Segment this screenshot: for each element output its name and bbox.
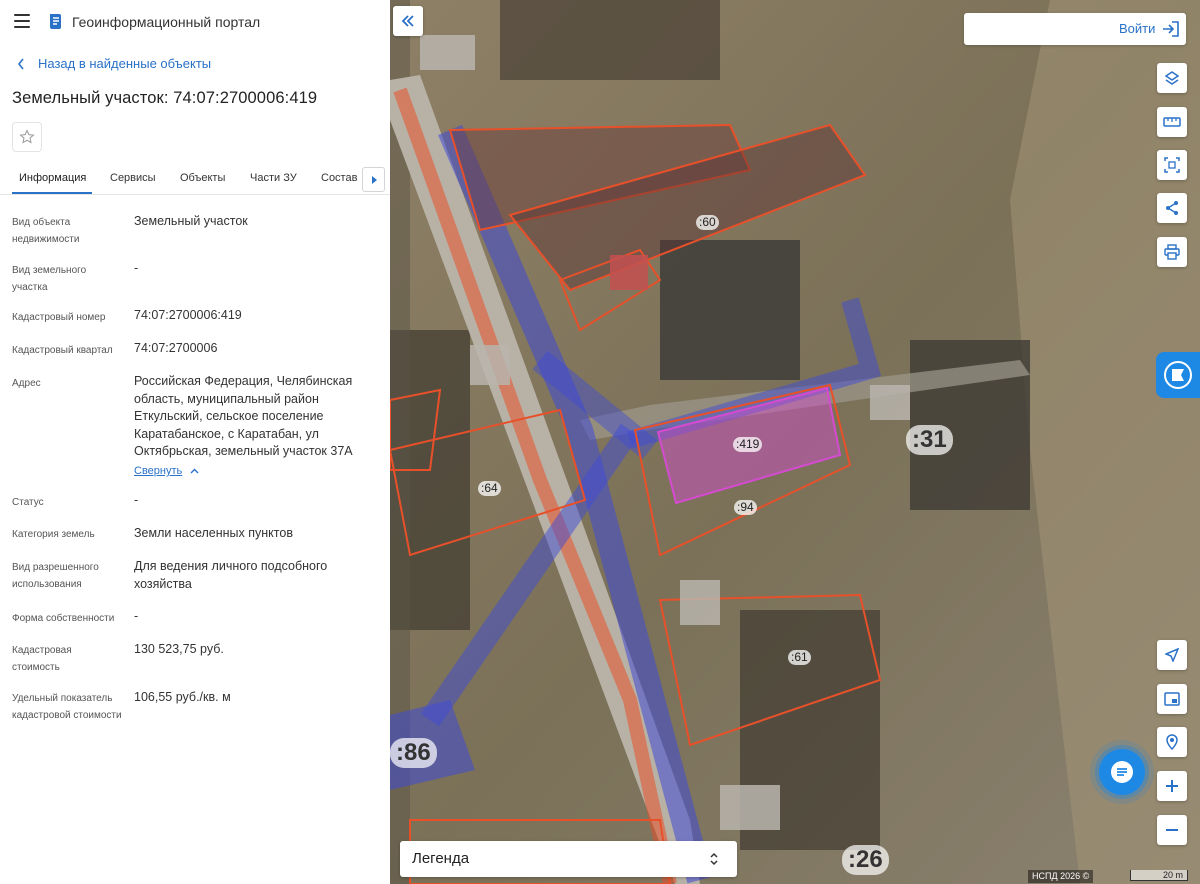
satellite-map[interactable] <box>390 0 1200 884</box>
star-icon <box>19 129 35 144</box>
scale-bar: 20 m <box>1130 870 1188 881</box>
value-object-type: Земельный участок <box>134 214 248 228</box>
label-cadastral-number: Кадастровый номер <box>12 312 106 323</box>
double-chevron-left-icon <box>401 15 414 27</box>
label-cadastral-quarter: Кадастровый квартал <box>12 345 113 356</box>
value-specific-value: 106,55 руб./кв. м <box>134 690 231 704</box>
top-bar: Геоинформационный портал <box>0 0 390 44</box>
layers-button[interactable] <box>1157 63 1187 93</box>
value-land-category: Земли населенных пунктов <box>134 526 293 540</box>
area-select-icon <box>1164 157 1180 173</box>
portal-logo-icon <box>50 14 61 29</box>
collapse-panel-button[interactable] <box>393 6 423 36</box>
favorite-button[interactable] <box>12 122 42 152</box>
label-specific-value: Удельный показатель кадастровой стоимост… <box>12 693 122 721</box>
search-by-point-button[interactable] <box>1157 727 1187 757</box>
login-label: Войти <box>1119 21 1156 36</box>
label-cadastral-value: Кадастровая стоимость <box>12 645 72 673</box>
app-title: Геоинформационный портал <box>72 14 261 30</box>
chevron-up-down-icon <box>710 852 718 866</box>
share-icon <box>1166 201 1178 215</box>
active-tab-indicator <box>12 192 92 194</box>
picture-in-picture-icon <box>1164 692 1180 706</box>
menu-icon[interactable] <box>14 14 30 28</box>
tab-information[interactable]: Информация <box>19 172 86 184</box>
tab-bar: Информация Сервисы Объекты Части ЗУ Сост… <box>0 164 390 195</box>
value-parcel-type: - <box>134 261 139 275</box>
login-icon <box>1163 21 1179 37</box>
minus-icon <box>1166 829 1178 831</box>
label-land-category: Категория земель <box>12 529 95 540</box>
tab-objects[interactable]: Объекты <box>180 172 225 184</box>
minimap-button[interactable] <box>1157 684 1187 714</box>
collapse-link[interactable]: Свернуть <box>134 465 199 477</box>
back-to-results-link[interactable]: Назад в найденные объекты <box>16 56 211 71</box>
tab-services[interactable]: Сервисы <box>110 172 156 184</box>
info-panel: Геоинформационный портал Назад в найденн… <box>0 0 391 884</box>
parcel-label-419: :419 <box>733 437 763 452</box>
label-address: Адрес <box>12 378 41 389</box>
select-area-button[interactable] <box>1157 150 1187 180</box>
parcel-label-94: :94 <box>734 500 757 515</box>
chevron-right-icon <box>371 175 377 184</box>
legend-dropdown[interactable]: Легенда <box>400 841 737 877</box>
value-ownership: - <box>134 609 139 623</box>
side-widget-tab[interactable] <box>1156 352 1200 398</box>
chevron-up-icon <box>190 468 199 474</box>
chat-button[interactable] <box>1099 749 1145 795</box>
print-button[interactable] <box>1157 237 1187 267</box>
share-button[interactable] <box>1157 193 1187 223</box>
parcel-label-26: :26 <box>842 845 889 875</box>
tab-composition[interactable]: Состав <box>321 172 357 184</box>
zoom-in-button[interactable] <box>1157 771 1187 801</box>
map-view[interactable]: :60 :419 :31 :64 :94 :61 :86 :26 Войти Л… <box>390 0 1200 884</box>
parcel-label-64: :64 <box>478 481 501 496</box>
layers-icon <box>1164 71 1180 85</box>
label-ownership: Форма собственности <box>12 613 115 624</box>
value-permitted-use: Для ведения личного подсобного хозяйства <box>134 559 328 591</box>
parcel-label-31: :31 <box>906 425 953 455</box>
plus-icon <box>1166 780 1178 792</box>
value-cadastral-quarter: 74:07:2700006 <box>134 341 218 355</box>
back-label: Назад в найденные объекты <box>38 56 212 71</box>
value-cadastral-value: 130 523,75 руб. <box>134 642 224 656</box>
map-attribution: НСПД 2026 © <box>1028 870 1094 883</box>
chat-icon <box>1111 761 1133 783</box>
label-permitted-use: Вид разрешенного использования <box>12 562 99 590</box>
label-parcel-type: Вид земельного участка <box>12 265 87 293</box>
parcel-label-86: :86 <box>390 738 437 768</box>
map-pin-search-icon <box>1166 734 1178 750</box>
label-object-type: Вид объекта недвижимости <box>12 217 80 245</box>
parcel-label-61: :61 <box>788 650 811 665</box>
legend-label: Легенда <box>412 850 470 867</box>
parcel-label-60: :60 <box>696 215 719 230</box>
zoom-out-button[interactable] <box>1157 815 1187 845</box>
chevron-left-icon <box>17 58 24 69</box>
ruler-button[interactable] <box>1157 107 1187 137</box>
ruler-icon <box>1163 117 1181 127</box>
value-status: - <box>134 493 139 507</box>
flag-icon <box>1164 361 1192 389</box>
tab-parcel-parts[interactable]: Части ЗУ <box>250 172 297 184</box>
label-status: Статус <box>12 497 44 508</box>
value-cadastral-number: 74:07:2700006:419 <box>134 308 242 322</box>
page-title: Земельный участок: 74:07:2700006:419 <box>12 89 318 107</box>
tabs-scroll-right-button[interactable] <box>362 167 385 192</box>
printer-icon <box>1164 244 1180 260</box>
collapse-label: Свернуть <box>134 465 183 477</box>
login-button[interactable]: Войти <box>964 13 1186 45</box>
geolocate-button[interactable] <box>1157 640 1187 670</box>
value-address: Российская Федерация, Челябинская област… <box>134 374 353 458</box>
navigation-arrow-icon <box>1165 648 1179 662</box>
